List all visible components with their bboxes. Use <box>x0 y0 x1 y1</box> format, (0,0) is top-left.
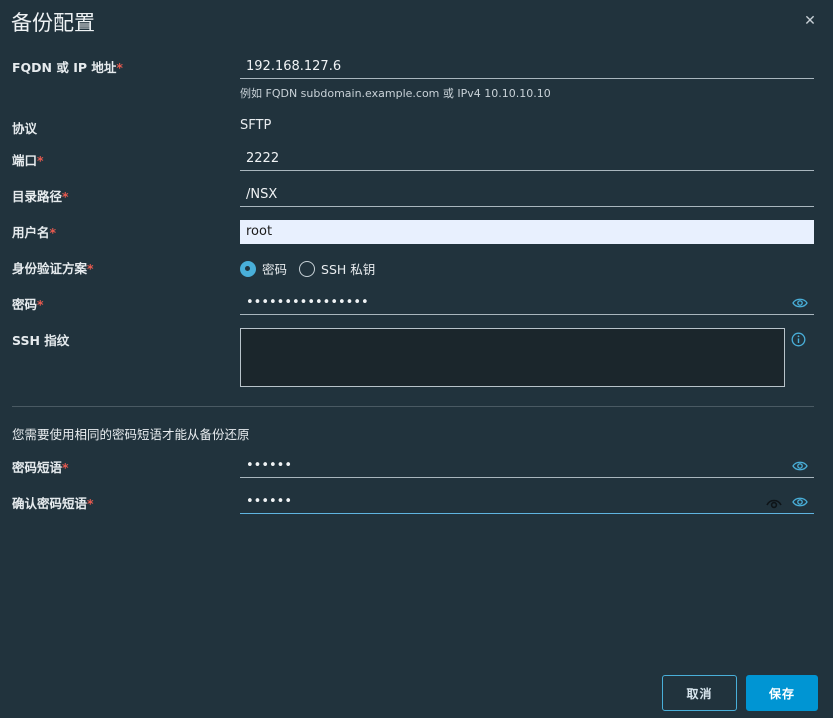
confirm-passphrase-label: 确认密码短语* <box>12 493 94 512</box>
eye-reveal-icon[interactable] <box>766 497 782 509</box>
password-input[interactable] <box>240 291 814 315</box>
auth-ssh-key-radio-label[interactable]: SSH 私钥 <box>321 259 375 278</box>
passphrase-eye-icon[interactable] <box>792 460 808 472</box>
dialog-title: 备份配置 <box>11 11 95 35</box>
password-label-text: 密码 <box>12 297 38 312</box>
auth-method-label-text: 身份验证方案 <box>12 261 88 276</box>
password-label: 密码* <box>12 294 44 313</box>
cancel-button[interactable]: 取消 <box>662 675 737 711</box>
required-mark: * <box>37 297 44 312</box>
port-label-text: 端口 <box>12 153 38 168</box>
password-eye-icon[interactable] <box>792 297 808 309</box>
passphrase-label: 密码短语* <box>12 457 69 476</box>
required-mark: * <box>37 153 44 168</box>
ssh-fingerprint-label: SSH 指纹 <box>12 333 70 348</box>
ssh-fingerprint-textarea[interactable] <box>240 328 785 387</box>
fqdn-label-text: FQDN 或 IP 地址 <box>12 60 117 75</box>
required-mark: * <box>87 496 94 511</box>
required-mark: * <box>49 225 57 240</box>
protocol-value: SFTP <box>240 118 272 133</box>
confirm-passphrase-label-text: 确认密码短语 <box>12 496 88 511</box>
port-label: 端口* <box>12 150 44 169</box>
fqdn-input[interactable] <box>240 55 814 79</box>
required-mark: * <box>87 261 94 276</box>
backup-config-dialog: 备份配置 ✕ FQDN 或 IP 地址* 例如 FQDN subdomain.e… <box>0 0 833 718</box>
fqdn-label: FQDN 或 IP 地址* <box>12 57 123 76</box>
confirm-passphrase-eye-icon[interactable] <box>792 496 808 508</box>
auth-password-radio[interactable] <box>240 260 256 277</box>
directory-label: 目录路径* <box>12 186 69 205</box>
username-input[interactable] <box>240 220 814 244</box>
auth-ssh-key-radio[interactable] <box>299 260 316 277</box>
confirm-passphrase-input[interactable] <box>240 490 814 514</box>
info-icon[interactable] <box>791 332 806 347</box>
passphrase-input[interactable] <box>240 454 814 478</box>
required-mark: * <box>62 460 69 475</box>
username-label-text: 用户名 <box>12 225 50 240</box>
section-divider <box>12 406 814 407</box>
directory-input[interactable] <box>240 183 814 207</box>
required-mark: * <box>116 60 123 75</box>
username-label: 用户名* <box>12 222 56 241</box>
required-mark: * <box>62 189 69 204</box>
passphrase-note: 您需要使用相同的密码短语才能从备份还原 <box>12 427 250 442</box>
close-icon[interactable]: ✕ <box>801 12 819 30</box>
protocol-label: 协议 <box>12 121 38 136</box>
auth-method-label: 身份验证方案* <box>12 258 94 277</box>
auth-password-radio-label[interactable]: 密码 <box>262 259 287 278</box>
fqdn-helper-text: 例如 FQDN subdomain.example.com 或 IPv4 10.… <box>240 87 551 100</box>
port-input[interactable] <box>240 147 814 171</box>
passphrase-label-text: 密码短语 <box>12 460 63 475</box>
auth-method-radio-group: 密码 SSH 私钥 <box>240 259 387 278</box>
directory-label-text: 目录路径 <box>12 189 63 204</box>
save-button[interactable]: 保存 <box>746 675 818 711</box>
